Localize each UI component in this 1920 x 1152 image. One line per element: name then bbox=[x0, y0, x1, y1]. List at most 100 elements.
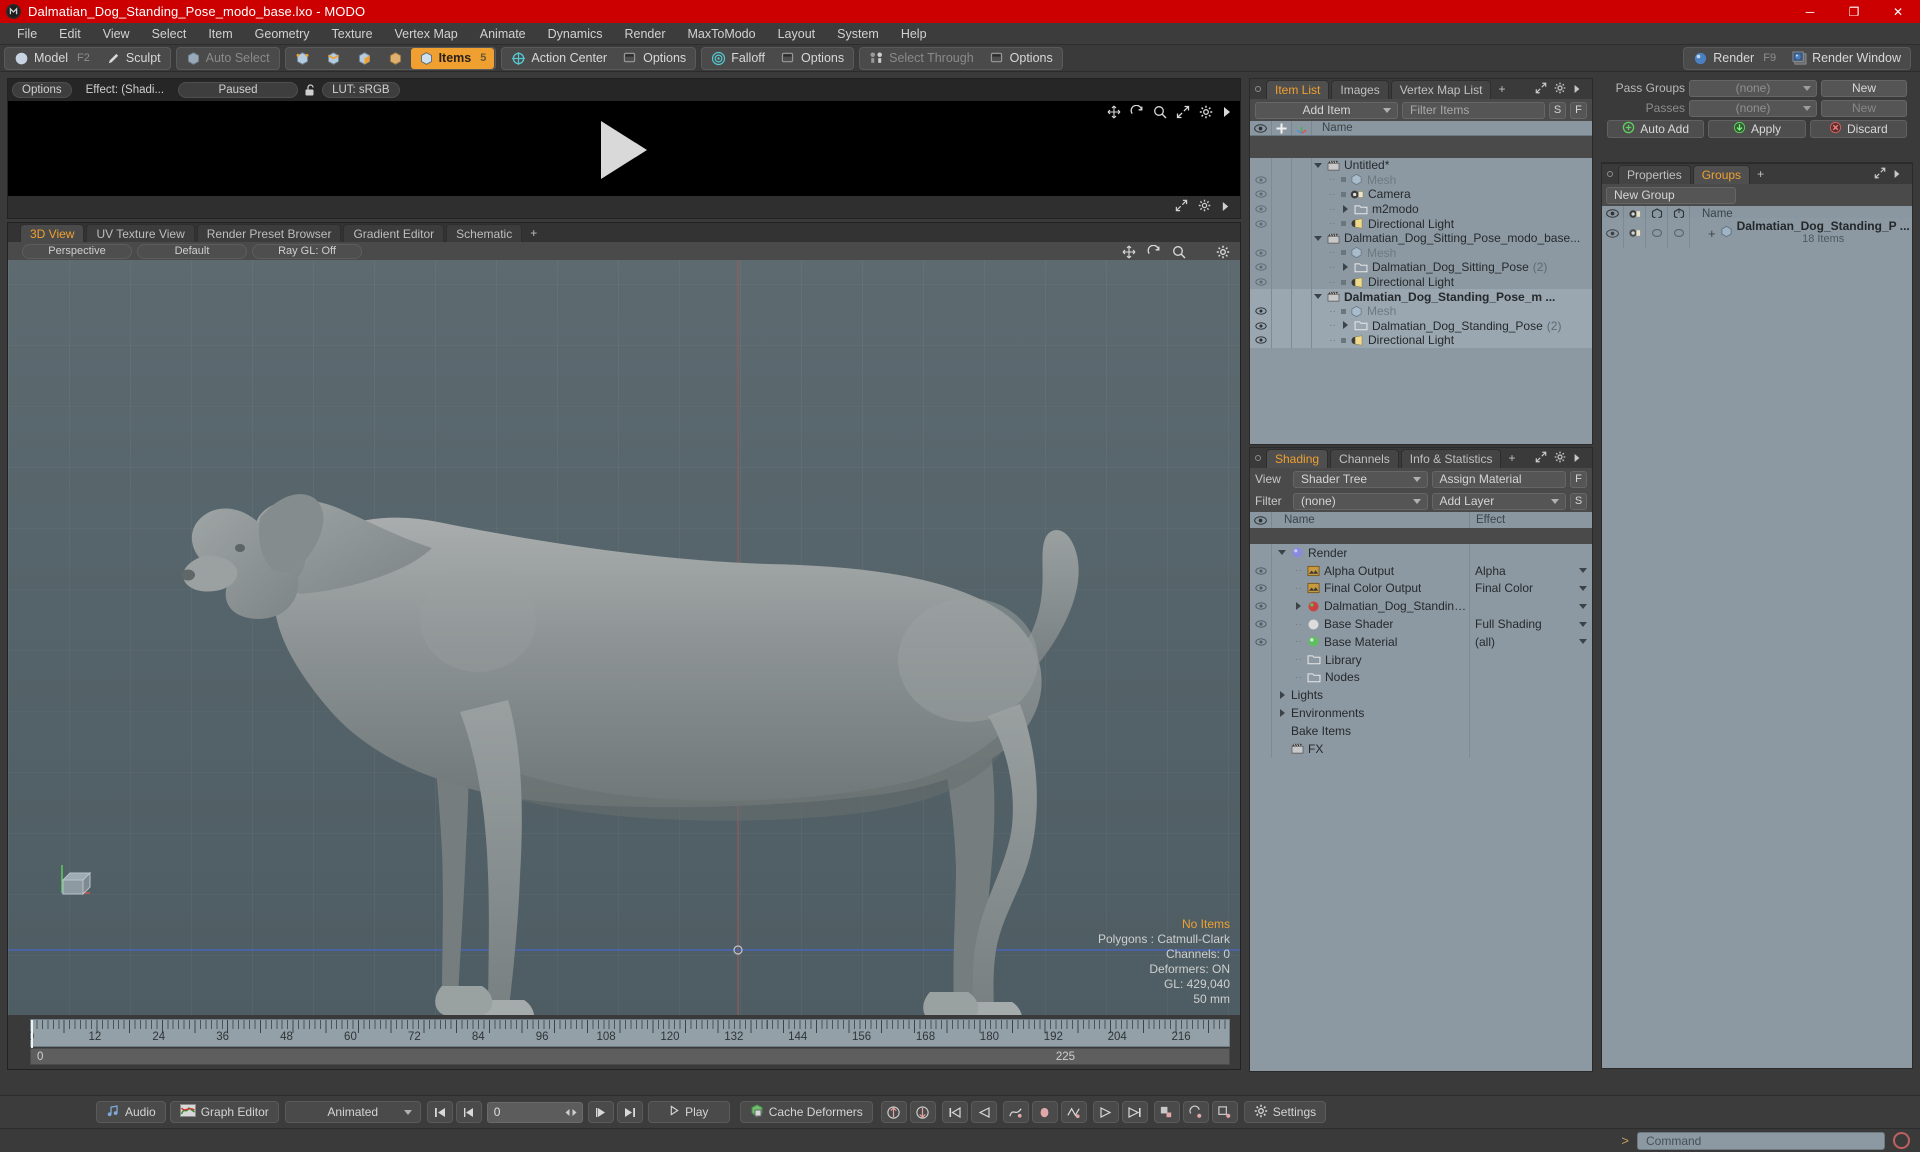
pass-groups-new-button[interactable]: New bbox=[1821, 79, 1907, 97]
item-move-cell[interactable] bbox=[1272, 303, 1292, 319]
toolbar-material-mode-icon-button[interactable] bbox=[380, 48, 411, 69]
chevron-down-icon[interactable] bbox=[1412, 498, 1421, 504]
chevron-down-icon[interactable] bbox=[1803, 105, 1811, 111]
item-list-f-button[interactable]: F bbox=[1570, 101, 1587, 119]
key-prev-icon[interactable] bbox=[970, 1101, 997, 1123]
chevron-right-icon[interactable] bbox=[1278, 708, 1287, 718]
eye-icon[interactable] bbox=[1250, 158, 1272, 173]
eye-icon[interactable] bbox=[1250, 650, 1272, 669]
toolbar-action-center-button[interactable]: Action Center bbox=[503, 48, 615, 69]
menu-item-animate[interactable]: Animate bbox=[469, 25, 537, 43]
apply-button[interactable]: Apply bbox=[1708, 120, 1806, 138]
shader-tree-row[interactable]: ·· Nodes bbox=[1250, 668, 1592, 687]
eye-icon[interactable] bbox=[1250, 512, 1272, 528]
chevron-right-icon[interactable] bbox=[1341, 262, 1350, 272]
tab-render-preset-browser[interactable]: Render Preset Browser bbox=[196, 224, 342, 242]
shader-effect-cell[interactable] bbox=[1470, 686, 1592, 704]
eye-icon[interactable] bbox=[1250, 597, 1272, 616]
shader-tree-row[interactable]: Dalmatian_Dog_Standing_ ... bbox=[1250, 597, 1592, 616]
unlock-icon[interactable] bbox=[303, 83, 317, 97]
key-next-icon[interactable] bbox=[1092, 1101, 1119, 1123]
item-move-cell[interactable] bbox=[1272, 245, 1292, 261]
item-axis-cell[interactable] bbox=[1292, 216, 1312, 231]
item-list-row[interactable]: ·· Directional Light bbox=[1250, 216, 1592, 231]
tangent-icon[interactable] bbox=[1060, 1101, 1087, 1123]
shader-effect-cell[interactable] bbox=[1470, 704, 1592, 722]
shader-tree-row[interactable]: ·· Library bbox=[1250, 650, 1592, 669]
expand-icon[interactable] bbox=[1175, 199, 1188, 215]
toolbar-render-window-button[interactable]: Render Window bbox=[1784, 48, 1909, 69]
camera-icon[interactable] bbox=[1624, 218, 1646, 248]
shader-tree[interactable]: Render ·· Alpha Output Alpha ·· Final Color O… bbox=[1250, 544, 1592, 1071]
item-axis-cell[interactable] bbox=[1292, 187, 1312, 202]
eye-icon[interactable] bbox=[1250, 216, 1272, 231]
tab-channels[interactable]: Channels bbox=[1330, 448, 1399, 468]
shading-filter-dropdown[interactable]: (none) bbox=[1293, 492, 1428, 510]
key-add-icon[interactable] bbox=[880, 1101, 907, 1123]
item-list-row[interactable]: ·· Directional Light bbox=[1250, 274, 1592, 290]
eye-icon[interactable] bbox=[1250, 187, 1272, 202]
eye-icon[interactable] bbox=[1250, 121, 1272, 135]
tab-images[interactable]: Images bbox=[1331, 79, 1389, 99]
chevron-down-icon[interactable] bbox=[403, 1109, 412, 1115]
viewport-ray-gl-off-button[interactable]: Ray GL: Off bbox=[252, 243, 362, 259]
eye-icon[interactable] bbox=[1250, 739, 1272, 758]
expand-icon[interactable] bbox=[1176, 105, 1190, 122]
play-arrow-icon[interactable] bbox=[1221, 200, 1230, 215]
chevron-right-icon[interactable] bbox=[1278, 690, 1287, 700]
menu-item-help[interactable]: Help bbox=[890, 25, 938, 43]
item-list-row[interactable]: ·· Mesh bbox=[1250, 303, 1592, 319]
eye-icon[interactable] bbox=[1250, 260, 1272, 275]
tab-shading[interactable]: Shading bbox=[1266, 448, 1329, 468]
chevron-down-icon[interactable] bbox=[1579, 585, 1587, 591]
chevron-right-icon[interactable] bbox=[1341, 204, 1350, 214]
shader-tree-row[interactable]: ·· Base Shader Full Shading bbox=[1250, 615, 1592, 633]
shader-tree-row[interactable]: Lights bbox=[1250, 686, 1592, 705]
chevron-down-icon[interactable] bbox=[1803, 85, 1811, 91]
shader-tree-row[interactable]: Render bbox=[1250, 544, 1592, 562]
shader-effect-cell[interactable] bbox=[1470, 597, 1592, 615]
item-move-cell[interactable] bbox=[1272, 158, 1292, 173]
menu-item-render[interactable]: Render bbox=[614, 25, 677, 43]
render-options-button[interactable]: Options bbox=[12, 82, 72, 98]
eye-icon[interactable] bbox=[1250, 333, 1272, 348]
shader-tree-row[interactable]: ·· Alpha Output Alpha bbox=[1250, 561, 1592, 580]
expand-group-button[interactable]: + bbox=[1708, 226, 1716, 241]
add-layer-dropdown[interactable]: Add Layer bbox=[1431, 492, 1566, 510]
eye-icon[interactable] bbox=[1250, 579, 1272, 598]
visibility-toggle-b[interactable] bbox=[1668, 218, 1690, 248]
item-list-row[interactable]: Dalmatian_Dog_Sitting_Pose_modo_base... bbox=[1250, 230, 1592, 246]
item-axis-cell[interactable] bbox=[1292, 274, 1312, 290]
menu-item-maxtomodo[interactable]: MaxToModo bbox=[677, 25, 767, 43]
menu-item-system[interactable]: System bbox=[826, 25, 890, 43]
settings-button[interactable]: Settings bbox=[1243, 1101, 1327, 1123]
group-item-row[interactable]: + Dalmatian_Dog_Standing_P ... 18 Items bbox=[1602, 218, 1912, 248]
shading-f-button[interactable]: F bbox=[1570, 470, 1587, 488]
item-move-cell[interactable] bbox=[1272, 187, 1292, 202]
eye-icon[interactable] bbox=[1250, 303, 1272, 319]
timeline-ruler[interactable]: 0122436486072849610812013214415616818019… bbox=[28, 1019, 1230, 1048]
play-arrow-icon[interactable] bbox=[1893, 167, 1901, 182]
eye-icon[interactable] bbox=[1250, 274, 1272, 290]
render-effect-label[interactable]: Effect: (Shadi... bbox=[77, 82, 173, 98]
snap-item-icon[interactable] bbox=[1153, 1101, 1180, 1123]
tab-vertex-map-list[interactable]: Vertex Map List bbox=[1390, 79, 1492, 99]
chevron-right-icon[interactable] bbox=[1341, 321, 1350, 330]
eye-icon[interactable] bbox=[1250, 704, 1272, 722]
tab-item-list[interactable]: Item List bbox=[1266, 79, 1330, 99]
menu-item-vertex-map[interactable]: Vertex Map bbox=[384, 25, 469, 43]
step-forward-icon[interactable] bbox=[587, 1101, 614, 1123]
tab-info-statistics[interactable]: Info & Statistics bbox=[1400, 448, 1502, 468]
rotate-icon[interactable] bbox=[1130, 104, 1144, 122]
tab-groups[interactable]: Groups bbox=[1692, 164, 1751, 184]
frame-number-field[interactable]: 0 bbox=[486, 1101, 583, 1123]
item-move-cell[interactable] bbox=[1272, 230, 1292, 246]
item-move-cell[interactable] bbox=[1272, 216, 1292, 231]
key-first-icon[interactable] bbox=[941, 1101, 968, 1123]
shader-tree-row[interactable]: FX bbox=[1250, 739, 1592, 758]
tab-gradient-editor[interactable]: Gradient Editor bbox=[343, 224, 445, 242]
passes-dropdown[interactable]: (none) bbox=[1689, 99, 1817, 117]
gear-icon[interactable] bbox=[1199, 105, 1213, 122]
move-icon[interactable] bbox=[1272, 121, 1292, 135]
chevron-down-icon[interactable] bbox=[1314, 161, 1323, 170]
